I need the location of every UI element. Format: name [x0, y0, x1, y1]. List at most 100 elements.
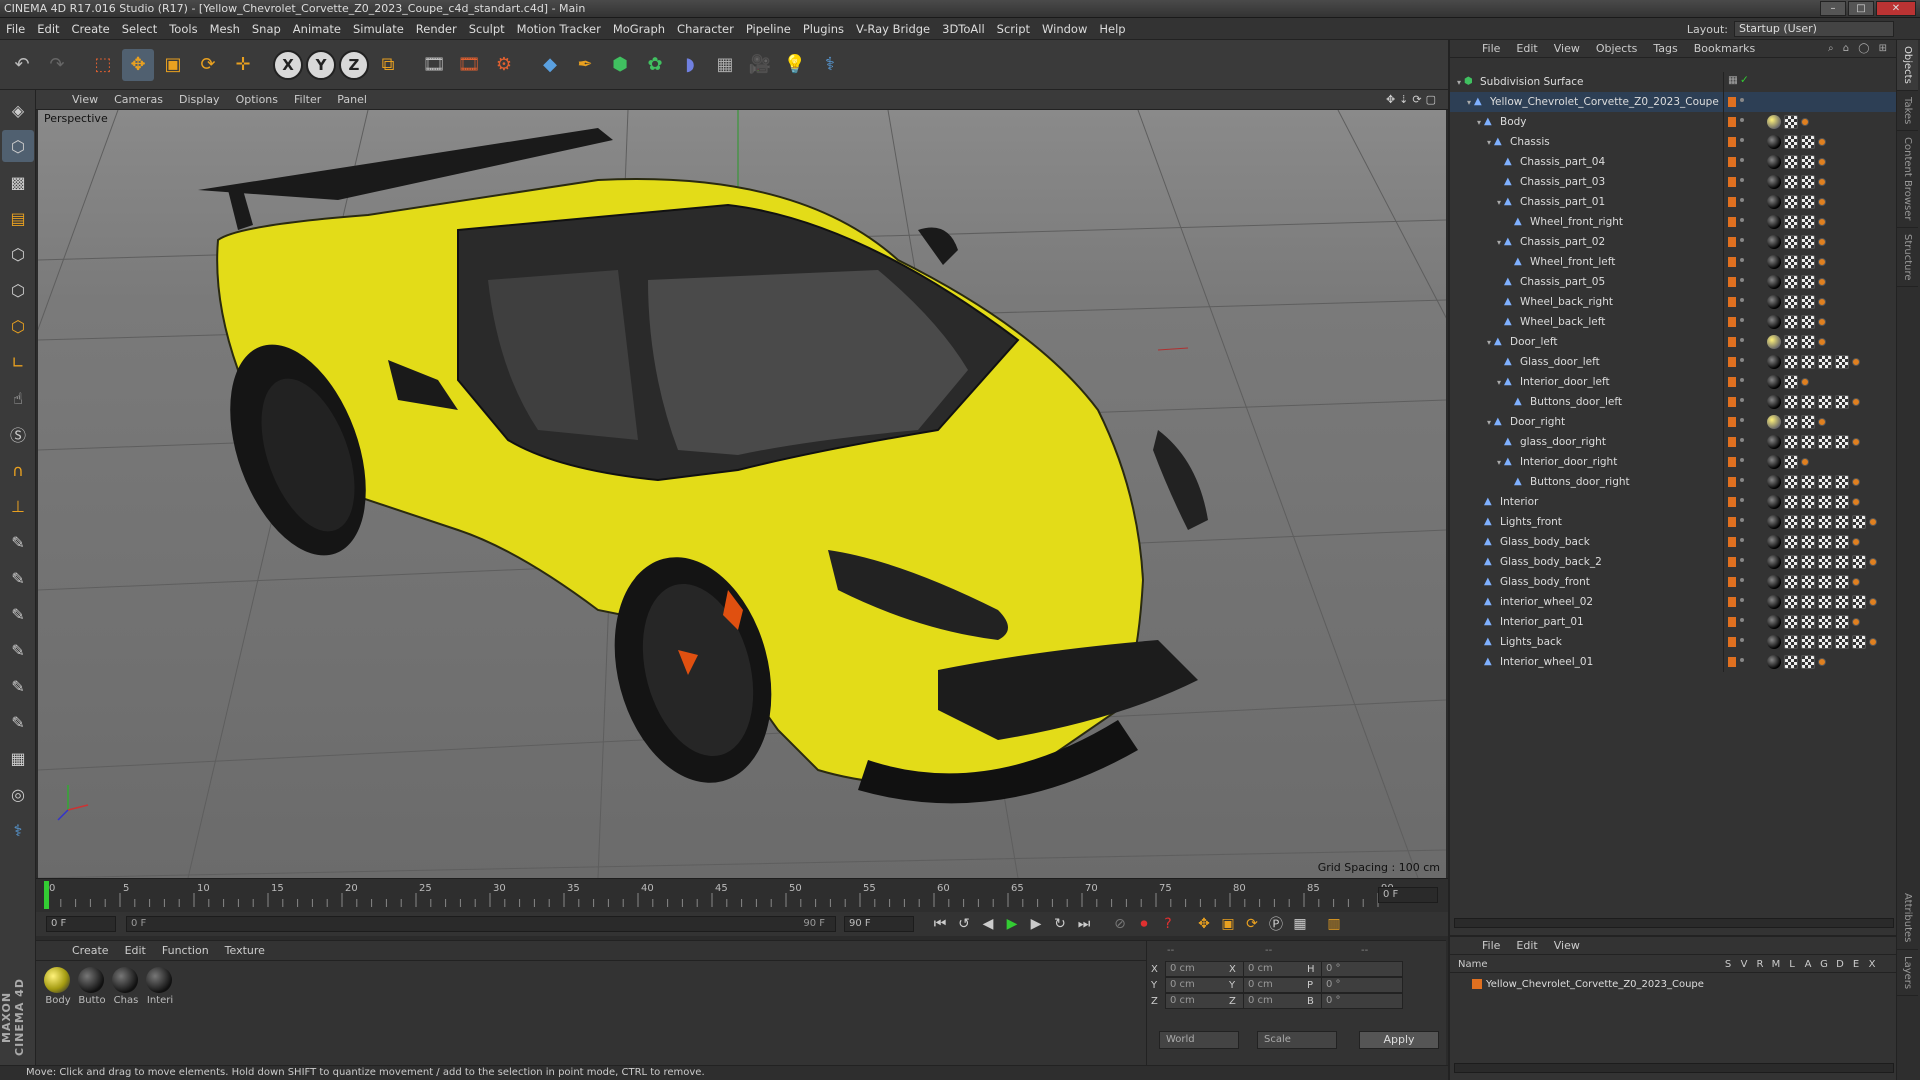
- coord-size-dropdown[interactable]: Scale: [1257, 1031, 1337, 1049]
- coord-value-field[interactable]: 0 °: [1321, 977, 1403, 993]
- material-tag-icon[interactable]: [1767, 215, 1781, 229]
- layout-dropdown[interactable]: Startup (User): [1734, 21, 1894, 37]
- material-tag-icon[interactable]: [1767, 235, 1781, 249]
- uvw-tag-icon[interactable]: [1784, 115, 1798, 129]
- object-row[interactable]: ▲ Buttons_door_right: [1450, 472, 1898, 492]
- sculpt-inflate-icon[interactable]: ✎: [2, 670, 34, 702]
- uvw-tag-icon[interactable]: [1852, 635, 1866, 649]
- menu-mesh[interactable]: Mesh: [204, 22, 246, 36]
- material-tag-icon[interactable]: [1767, 595, 1781, 609]
- expand-toggle-icon[interactable]: ▾: [1464, 98, 1474, 107]
- uvw-tag-icon[interactable]: [1784, 575, 1798, 589]
- material-tag-icon[interactable]: [1767, 555, 1781, 569]
- uvw-tag-icon[interactable]: [1784, 295, 1798, 309]
- uvw-tag-icon[interactable]: [1784, 255, 1798, 269]
- material-tag-icon[interactable]: [1767, 195, 1781, 209]
- object-row[interactable]: ▲ Wheel_back_left: [1450, 312, 1898, 332]
- key-parameter-icon[interactable]: Ⓟ: [1264, 913, 1288, 935]
- menu-create[interactable]: Create: [66, 22, 116, 36]
- apply-button[interactable]: Apply: [1359, 1031, 1439, 1049]
- uvw-tag-icon[interactable]: [1784, 395, 1798, 409]
- visibility-dot-icon[interactable]: [1740, 258, 1744, 262]
- menu-sculpt[interactable]: Sculpt: [463, 22, 511, 36]
- material-item[interactable]: Butto: [78, 967, 106, 1006]
- uvw-tag-icon[interactable]: [1784, 235, 1798, 249]
- object-visibility-controls[interactable]: [1723, 272, 1753, 292]
- object-visibility-controls[interactable]: [1723, 312, 1753, 332]
- uvw-tag-icon[interactable]: [1784, 135, 1798, 149]
- close-button[interactable]: ✕: [1876, 1, 1916, 16]
- expand-toggle-icon[interactable]: ▾: [1484, 338, 1494, 347]
- object-row[interactable]: ▾ ⬢ Subdivision Surface ▦ ✓: [1450, 72, 1898, 92]
- uvw-tag-icon[interactable]: [1801, 615, 1815, 629]
- phong-tag-icon[interactable]: [1818, 658, 1826, 666]
- render-view-icon[interactable]: 🎞: [418, 49, 450, 81]
- visibility-dot-icon[interactable]: [1740, 158, 1744, 162]
- object-visibility-controls[interactable]: [1723, 552, 1753, 572]
- material-item[interactable]: Chas: [112, 967, 140, 1006]
- object-visibility-controls[interactable]: [1723, 332, 1753, 352]
- sculpt-grab-icon[interactable]: ✎: [2, 706, 34, 738]
- range-slider[interactable]: 0 F 90 F: [126, 916, 836, 932]
- uvw-tag-icon[interactable]: [1784, 515, 1798, 529]
- phong-tag-icon[interactable]: [1818, 318, 1826, 326]
- uvw-tag-icon[interactable]: [1784, 615, 1798, 629]
- object-visibility-controls[interactable]: [1723, 132, 1753, 152]
- uvw-tag-icon[interactable]: [1818, 395, 1832, 409]
- uvw-tag-icon[interactable]: [1801, 535, 1815, 549]
- sculpt-brush-icon[interactable]: ✎: [2, 526, 34, 558]
- go-to-next-key-icon[interactable]: ↻: [1048, 913, 1072, 935]
- uvw-tag-icon[interactable]: [1852, 555, 1866, 569]
- material-tag-icon[interactable]: [1767, 515, 1781, 529]
- subdivision-icon[interactable]: ⬢: [604, 49, 636, 81]
- uvw-tag-icon[interactable]: [1784, 415, 1798, 429]
- expand-toggle-icon[interactable]: ▾: [1494, 378, 1504, 387]
- object-visibility-controls[interactable]: [1723, 232, 1753, 252]
- object-visibility-controls[interactable]: [1723, 212, 1753, 232]
- phong-tag-icon[interactable]: [1818, 278, 1826, 286]
- menu-plugins[interactable]: Plugins: [797, 22, 850, 36]
- key-rotation-icon[interactable]: ⟳: [1240, 913, 1264, 935]
- go-to-start-icon[interactable]: ⏮: [928, 913, 952, 935]
- object-row[interactable]: ▾ ▲ Interior_door_left: [1450, 372, 1898, 392]
- visibility-dot-icon[interactable]: [1740, 138, 1744, 142]
- object-visibility-controls[interactable]: [1723, 412, 1753, 432]
- uvw-tag-icon[interactable]: [1801, 295, 1815, 309]
- expand-toggle-icon[interactable]: ▾: [1454, 78, 1464, 87]
- menu-script[interactable]: Script: [991, 22, 1036, 36]
- object-row[interactable]: ▲ Chassis_part_04: [1450, 152, 1898, 172]
- object-row[interactable]: ▲ Glass_body_back: [1450, 532, 1898, 552]
- uvw-tag-icon[interactable]: [1801, 215, 1815, 229]
- undo-icon[interactable]: ↶: [6, 49, 38, 81]
- uvw-tag-icon[interactable]: [1784, 335, 1798, 349]
- visibility-dot-icon[interactable]: [1740, 618, 1744, 622]
- visibility-dot-icon[interactable]: [1740, 118, 1744, 122]
- uvw-tag-icon[interactable]: [1784, 155, 1798, 169]
- object-visibility-controls[interactable]: [1723, 372, 1753, 392]
- visibility-dot-icon[interactable]: [1740, 438, 1744, 442]
- object-visibility-controls[interactable]: [1723, 492, 1753, 512]
- phong-tag-icon[interactable]: [1852, 618, 1860, 626]
- object-row[interactable]: ▲ Glass_door_left: [1450, 352, 1898, 372]
- uvw-tag-icon[interactable]: [1801, 415, 1815, 429]
- uvw-tag-icon[interactable]: [1818, 475, 1832, 489]
- expand-toggle-icon[interactable]: ▾: [1484, 418, 1494, 427]
- object-menu-file[interactable]: File: [1474, 42, 1508, 55]
- object-menu-view[interactable]: View: [1546, 42, 1588, 55]
- object-row[interactable]: ▲ Chassis_part_03: [1450, 172, 1898, 192]
- object-row[interactable]: ▲ Interior_part_01: [1450, 612, 1898, 632]
- phong-tag-icon[interactable]: [1852, 478, 1860, 486]
- menu-help[interactable]: Help: [1093, 22, 1131, 36]
- phong-tag-icon[interactable]: [1818, 238, 1826, 246]
- uvw-tag-icon[interactable]: [1818, 515, 1832, 529]
- material-tag-icon[interactable]: [1767, 175, 1781, 189]
- material-tag-icon[interactable]: [1767, 475, 1781, 489]
- menu-snap[interactable]: Snap: [246, 22, 287, 36]
- menu-pipeline[interactable]: Pipeline: [740, 22, 797, 36]
- x-axis-icon[interactable]: X: [273, 49, 303, 80]
- viewport-nav-icons[interactable]: ✥⇣⟳▢: [1386, 93, 1440, 106]
- object-menu-edit[interactable]: Edit: [1508, 42, 1545, 55]
- uvw-tag-icon[interactable]: [1801, 175, 1815, 189]
- object-visibility-controls[interactable]: [1723, 252, 1753, 272]
- uvw-tag-icon[interactable]: [1784, 595, 1798, 609]
